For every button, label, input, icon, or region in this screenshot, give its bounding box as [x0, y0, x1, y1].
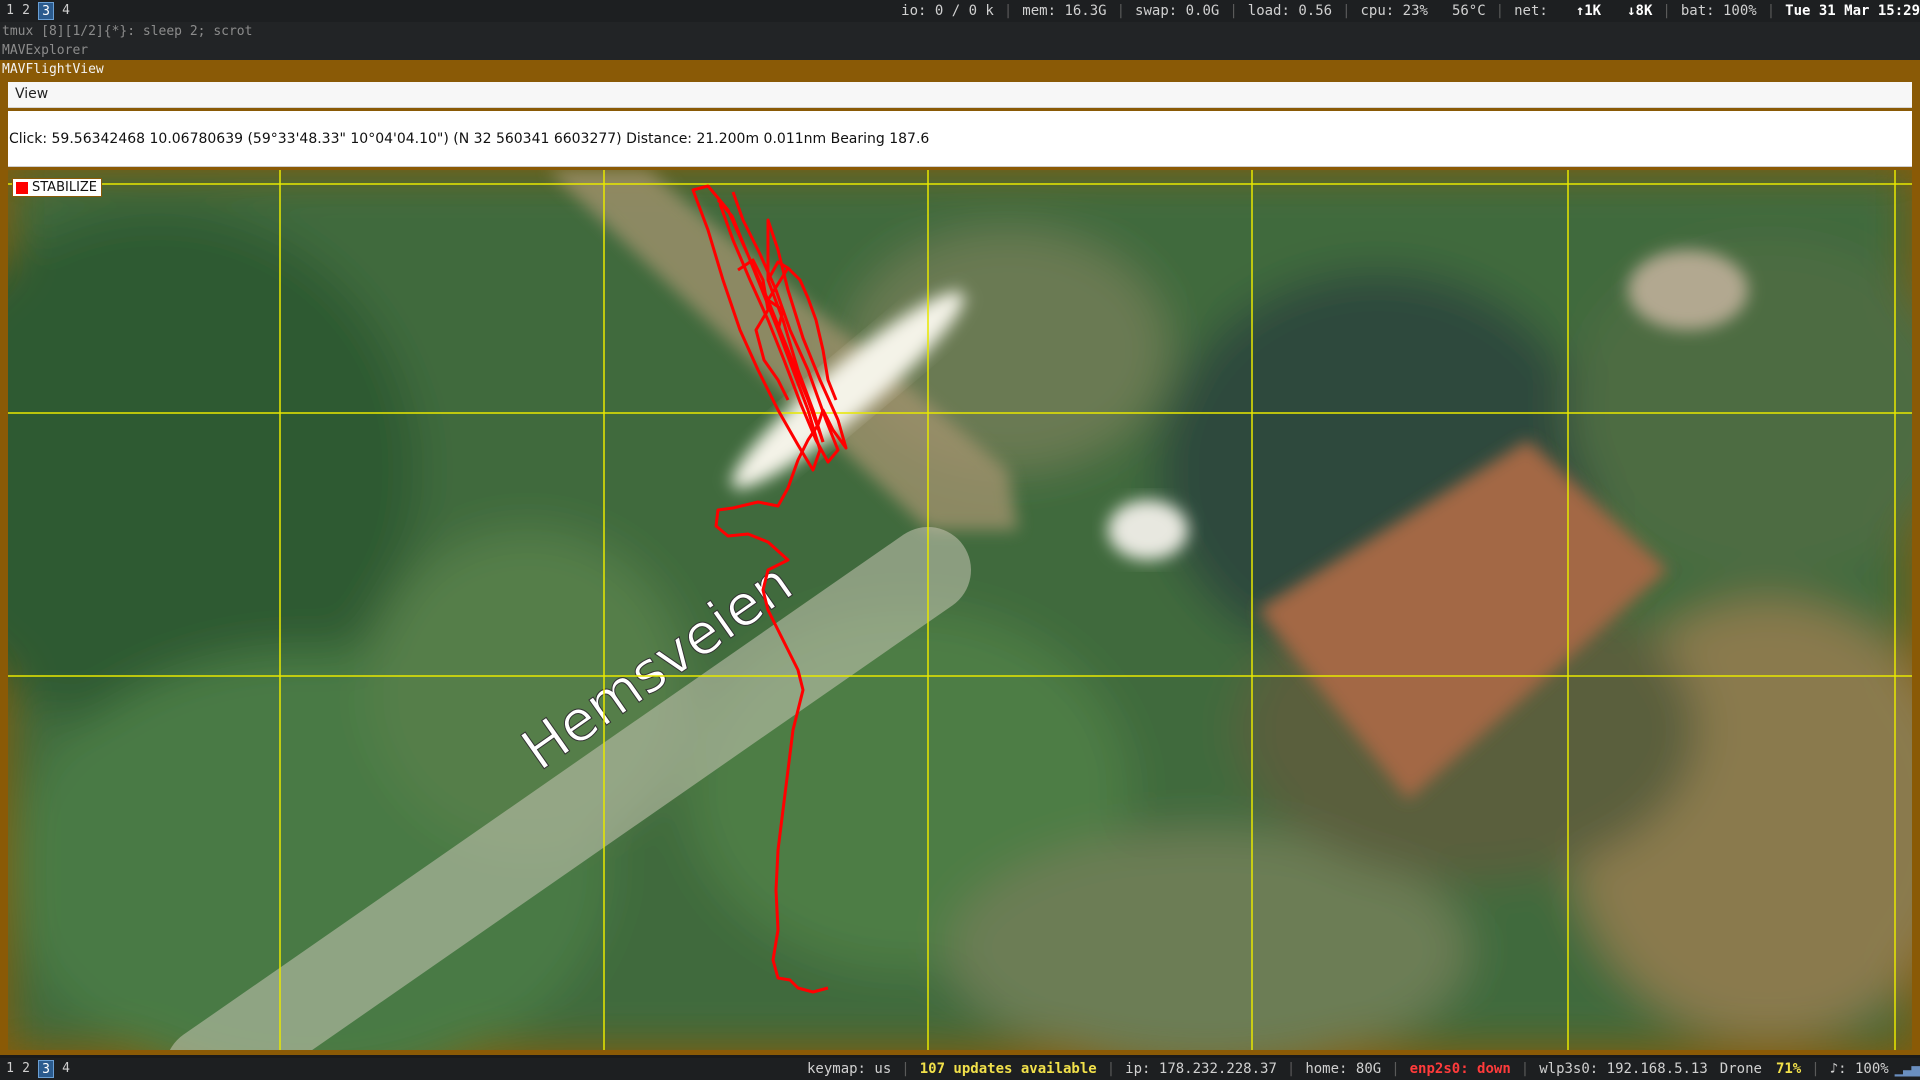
workspace-3-button[interactable]: 3	[38, 2, 54, 20]
click-info-text: Click: 59.56342468 10.06780639 (59°33'48…	[9, 131, 930, 147]
workspace-2-button[interactable]: 2	[18, 1060, 34, 1078]
workspace-1-button[interactable]: 1	[2, 2, 18, 20]
bottom-status: keymap: us | 107 updates available | ip: 1…	[807, 1058, 1920, 1080]
home-disk-status: home: 80G	[1305, 1061, 1382, 1077]
satellite-map[interactable]: Hemsveien	[8, 170, 1912, 1050]
bottom-status-bar: 1 2 3 4 keymap: us | 107 updates availabl…	[0, 1058, 1920, 1080]
menu-bar: View	[8, 82, 1912, 108]
battery-status: bat: 100%	[1680, 3, 1757, 19]
workspace-4-button[interactable]: 4	[58, 2, 74, 20]
wifi-status: wlp3s0: 192.168.5.13	[1539, 1061, 1708, 1077]
updates-status: 107 updates available	[919, 1061, 1097, 1077]
cpu-status: cpu: 23%	[1360, 3, 1428, 19]
net-down-status: ↓8K	[1627, 3, 1653, 19]
workspace-1-button[interactable]: 1	[2, 1060, 18, 1078]
io-status: io: 0 / 0 k	[901, 3, 994, 19]
mavflightview-window-title[interactable]: MAVFlightView	[0, 60, 1920, 79]
workspace-4-button[interactable]: 4	[58, 1060, 74, 1078]
volume-status: ♪: 100%	[1829, 1061, 1889, 1077]
ethernet-status: enp2s0: down	[1409, 1061, 1511, 1077]
top-status-bar: 1 2 3 4 io: 0 / 0 k | mem: 16.3G | swap: 0…	[0, 0, 1920, 22]
system-status: io: 0 / 0 k | mem: 16.3G | swap: 0.0G | loa…	[901, 0, 1920, 22]
ip-status: ip: 178.232.228.37	[1125, 1061, 1277, 1077]
view-menu[interactable]: View	[15, 86, 48, 102]
net-label: net:	[1514, 3, 1548, 19]
load-status: load: 0.56	[1247, 3, 1333, 19]
datetime: Tue 31 Mar 15:29	[1785, 3, 1920, 19]
wifi-network-name: Drone	[1719, 1061, 1762, 1077]
temp-status: 56°C	[1451, 3, 1486, 19]
mavexplorer-window-title[interactable]: MAVExplorer	[0, 41, 1920, 60]
click-info-bar: Click: 59.56342468 10.06780639 (59°33'48…	[8, 111, 1912, 167]
swap-status: swap: 0.0G	[1135, 3, 1220, 19]
signal-icon: ▁▃▅	[1894, 1061, 1920, 1077]
mem-status: mem: 16.3G	[1022, 3, 1107, 19]
net-up-status: ↑1K	[1575, 3, 1602, 19]
wifi-signal-percent: 71%	[1775, 1061, 1802, 1077]
workspace-3-button[interactable]: 3	[38, 1060, 54, 1078]
map-canvas[interactable]: Hemsveien	[8, 170, 1912, 1050]
workspace-2-button[interactable]: 2	[18, 2, 34, 20]
flight-mode-badge: STABILIZE	[12, 178, 103, 197]
flight-mode-label: STABILIZE	[32, 180, 98, 195]
keymap-status: keymap: us	[806, 1061, 892, 1077]
tmux-window-title[interactable]: tmux [8][1/2]{*}: sleep 2; scrot	[0, 22, 1920, 41]
mode-color-square	[16, 181, 28, 194]
